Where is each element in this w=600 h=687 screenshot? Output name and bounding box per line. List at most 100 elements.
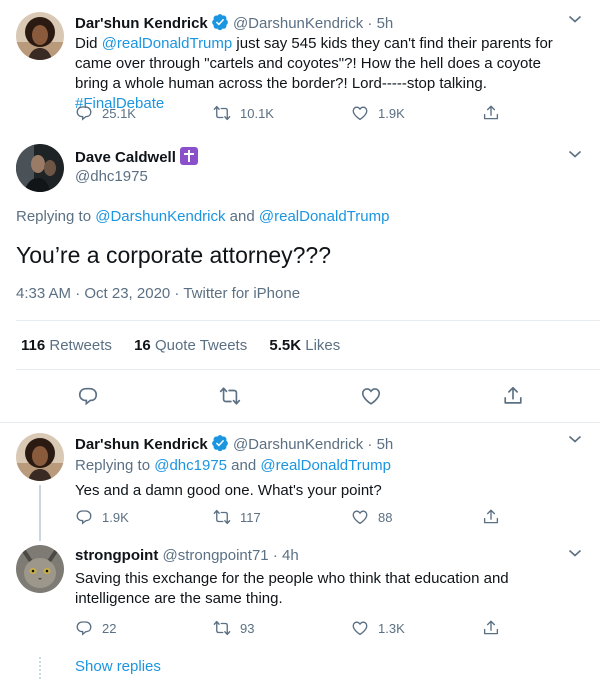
tweet-text: You’re a corporate attorney??? (16, 242, 331, 268)
mention-link[interactable]: @realDonaldTrump (260, 457, 391, 474)
avatar-dave[interactable] (16, 144, 64, 192)
avatar-image (16, 12, 64, 60)
divider (16, 369, 600, 370)
likes-label: Likes (305, 337, 341, 354)
author-handle[interactable]: @DarshunKendrick (233, 436, 363, 453)
tweet-text: Saving this exchange for the people who … (75, 570, 509, 607)
divider (16, 320, 600, 321)
chevron-down-icon[interactable] (568, 434, 582, 444)
replying-prefix: Replying to (75, 457, 155, 474)
reply-button[interactable]: 25.1K (75, 103, 136, 123)
engagement-stats: 116 Retweets 16 Quote Tweets 5.5K Likes (21, 337, 340, 354)
avatar-image (16, 545, 64, 593)
author-name[interactable]: Dar'shun Kendrick (75, 436, 208, 453)
show-replies-link[interactable]: Show replies (75, 658, 161, 675)
reply-button[interactable]: 22 (75, 618, 116, 638)
verified-icon (211, 13, 229, 31)
chevron-down-icon[interactable] (568, 149, 582, 159)
verified-icon (211, 434, 229, 452)
tweet-header: Dar'shun Kendrick @DarshunKendrick · 5h (75, 13, 393, 32)
thread-connector (39, 485, 41, 541)
avatar-image (16, 144, 64, 192)
tweet-header: strongpoint @strongpoint71 · 4h (75, 547, 299, 564)
quotes-count: 16 (134, 337, 151, 354)
replying-and: and (225, 208, 259, 225)
author-name[interactable]: Dave Caldwell (75, 149, 176, 166)
retweet-button[interactable]: 10.1K (213, 103, 274, 123)
retweet-icon (213, 619, 231, 637)
like-count: 88 (378, 509, 393, 525)
author-handle[interactable]: @strongpoint71 (163, 547, 269, 564)
tweet-time[interactable]: · 5h (367, 15, 393, 32)
heart-icon (360, 385, 382, 407)
tweet-text: Did @realDonaldTrump just say 545 kids t… (75, 34, 575, 114)
mention-link[interactable]: @DarshunKendrick (95, 208, 225, 225)
share-icon (502, 385, 524, 407)
author-handle[interactable]: @DarshunKendrick (233, 15, 363, 32)
like-button[interactable]: 1.3K (351, 618, 405, 638)
avatar-strongpoint[interactable] (16, 545, 64, 593)
quotes-label: Quote Tweets (154, 337, 248, 354)
likes-stat[interactable]: 5.5K Likes (269, 337, 340, 354)
retweet-count: 117 (240, 509, 261, 525)
retweet-button[interactable]: 117 (213, 507, 261, 527)
reply-icon (75, 104, 93, 122)
reply-icon (77, 385, 99, 407)
author-name[interactable]: Dar'shun Kendrick (75, 15, 208, 32)
reply-count: 1.9K (102, 509, 129, 525)
like-count: 1.3K (378, 620, 405, 636)
like-count: 1.9K (378, 105, 405, 121)
tweet-time[interactable]: · 4h (273, 547, 299, 564)
like-button[interactable] (360, 384, 382, 408)
retweet-button[interactable]: 93 (213, 618, 254, 638)
tweet-header: Dar'shun Kendrick @DarshunKendrick · 5h (75, 434, 393, 453)
chevron-down-icon[interactable] (568, 14, 582, 24)
reply-icon (75, 508, 93, 526)
share-button[interactable] (502, 384, 524, 408)
retweet-icon (213, 104, 231, 122)
replying-prefix: Replying to (16, 208, 96, 225)
reply-icon (75, 619, 93, 637)
avatar-darshun[interactable] (16, 12, 64, 60)
share-button[interactable] (482, 618, 500, 638)
mention-link[interactable]: @realDonaldTrump (259, 208, 390, 225)
divider (0, 422, 600, 423)
author-name[interactable]: strongpoint (75, 547, 158, 564)
mention-link[interactable]: @dhc1975 (154, 457, 227, 474)
heart-icon (351, 508, 369, 526)
tweet-timestamp[interactable]: 4:33 AM · Oct 23, 2020 · Twitter for iPh… (16, 285, 300, 302)
share-button[interactable] (482, 507, 500, 527)
reply-button[interactable]: 1.9K (75, 507, 129, 527)
avatar-image (16, 433, 64, 481)
retweet-count: 10.1K (240, 105, 274, 121)
text-segment: Did (75, 35, 102, 52)
chevron-down-icon[interactable] (568, 548, 582, 558)
reply-button[interactable] (77, 384, 99, 408)
like-button[interactable]: 88 (351, 507, 392, 527)
author-block: Dave Caldwell (75, 147, 198, 166)
replying-to: Replying to @dhc1975 and @realDonaldTrum… (75, 457, 391, 474)
author-handle[interactable]: @dhc1975 (75, 168, 148, 185)
share-icon (482, 508, 500, 526)
replying-to: Replying to @DarshunKendrick and @realDo… (16, 208, 389, 225)
mention-link[interactable]: @realDonaldTrump (102, 35, 233, 52)
avatar-darshun[interactable] (16, 433, 64, 481)
tweet-time[interactable]: · 5h (367, 436, 393, 453)
like-button[interactable]: 1.9K (351, 103, 405, 123)
retweet-count: 93 (240, 620, 255, 636)
retweet-button[interactable] (219, 384, 241, 408)
retweets-stat[interactable]: 116 Retweets (21, 337, 112, 354)
share-icon (482, 104, 500, 122)
retweet-icon (219, 385, 241, 407)
likes-count: 5.5K (269, 337, 302, 354)
reply-count: 25.1K (102, 105, 136, 121)
share-icon (482, 619, 500, 637)
heart-icon (351, 104, 369, 122)
replying-and: and (227, 457, 261, 474)
heart-icon (351, 619, 369, 637)
retweet-icon (213, 508, 231, 526)
cross-emoji-icon (179, 147, 198, 165)
share-button[interactable] (482, 103, 500, 123)
quotes-stat[interactable]: 16 Quote Tweets (134, 337, 247, 354)
tweet-text: Yes and a damn good one. What's your poi… (75, 482, 382, 499)
